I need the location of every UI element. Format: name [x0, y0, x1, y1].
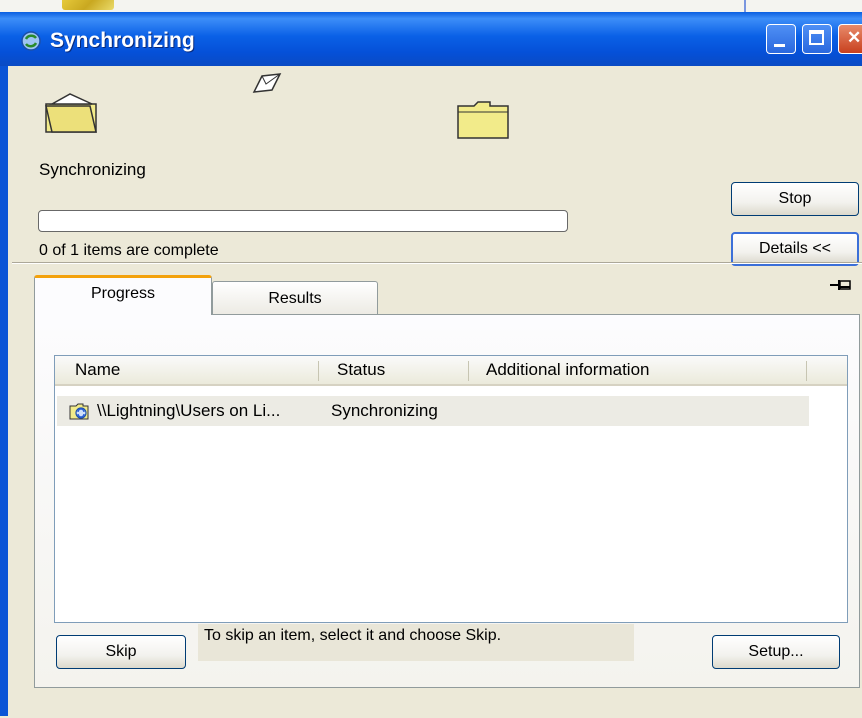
desktop-divider [744, 0, 746, 12]
column-header-status[interactable]: Status [337, 356, 465, 384]
destination-folder-icon [457, 101, 509, 139]
window-frame-left [0, 66, 8, 716]
sync-app-icon [21, 31, 41, 51]
tab-results[interactable]: Results [212, 281, 378, 315]
list-header: Name Status Additional information [55, 356, 847, 386]
pushpin-icon[interactable] [830, 278, 852, 292]
details-button[interactable]: Details << [731, 232, 859, 266]
status-label: Synchronizing [39, 160, 146, 179]
column-divider[interactable] [318, 361, 319, 381]
offline-folder-icon [69, 403, 89, 420]
column-divider[interactable] [468, 361, 469, 381]
title-bar[interactable]: Synchronizing [0, 12, 862, 66]
maximize-button[interactable] [802, 24, 832, 54]
setup-button[interactable]: Setup... [712, 635, 840, 669]
tab-progress[interactable]: Progress [34, 275, 212, 315]
item-status: Synchronizing [331, 401, 438, 420]
skip-button[interactable]: Skip [56, 635, 186, 669]
desktop-strip [0, 0, 862, 12]
desktop-folder-icon [62, 0, 114, 10]
stop-button[interactable]: Stop [731, 182, 859, 216]
flying-paper-icon [252, 73, 282, 93]
column-divider[interactable] [806, 361, 807, 381]
progress-bar [38, 210, 568, 232]
skip-hint-text: To skip an item, select it and choose Sk… [198, 624, 634, 661]
column-header-info[interactable]: Additional information [486, 356, 806, 384]
column-header-name[interactable]: Name [75, 356, 323, 384]
items-list[interactable]: Name Status Additional information \\Lig… [54, 355, 848, 623]
window-title: Synchronizing [50, 29, 195, 52]
minimize-button[interactable] [766, 24, 796, 54]
close-button[interactable] [838, 24, 862, 54]
section-divider [12, 262, 862, 264]
items-complete-text: 0 of 1 items are complete [39, 242, 219, 259]
list-item[interactable]: \\Lightning\Users on Li... Synchronizing [57, 396, 809, 426]
item-name: \\Lightning\Users on Li... [97, 401, 281, 420]
source-folder-icon [45, 93, 97, 133]
